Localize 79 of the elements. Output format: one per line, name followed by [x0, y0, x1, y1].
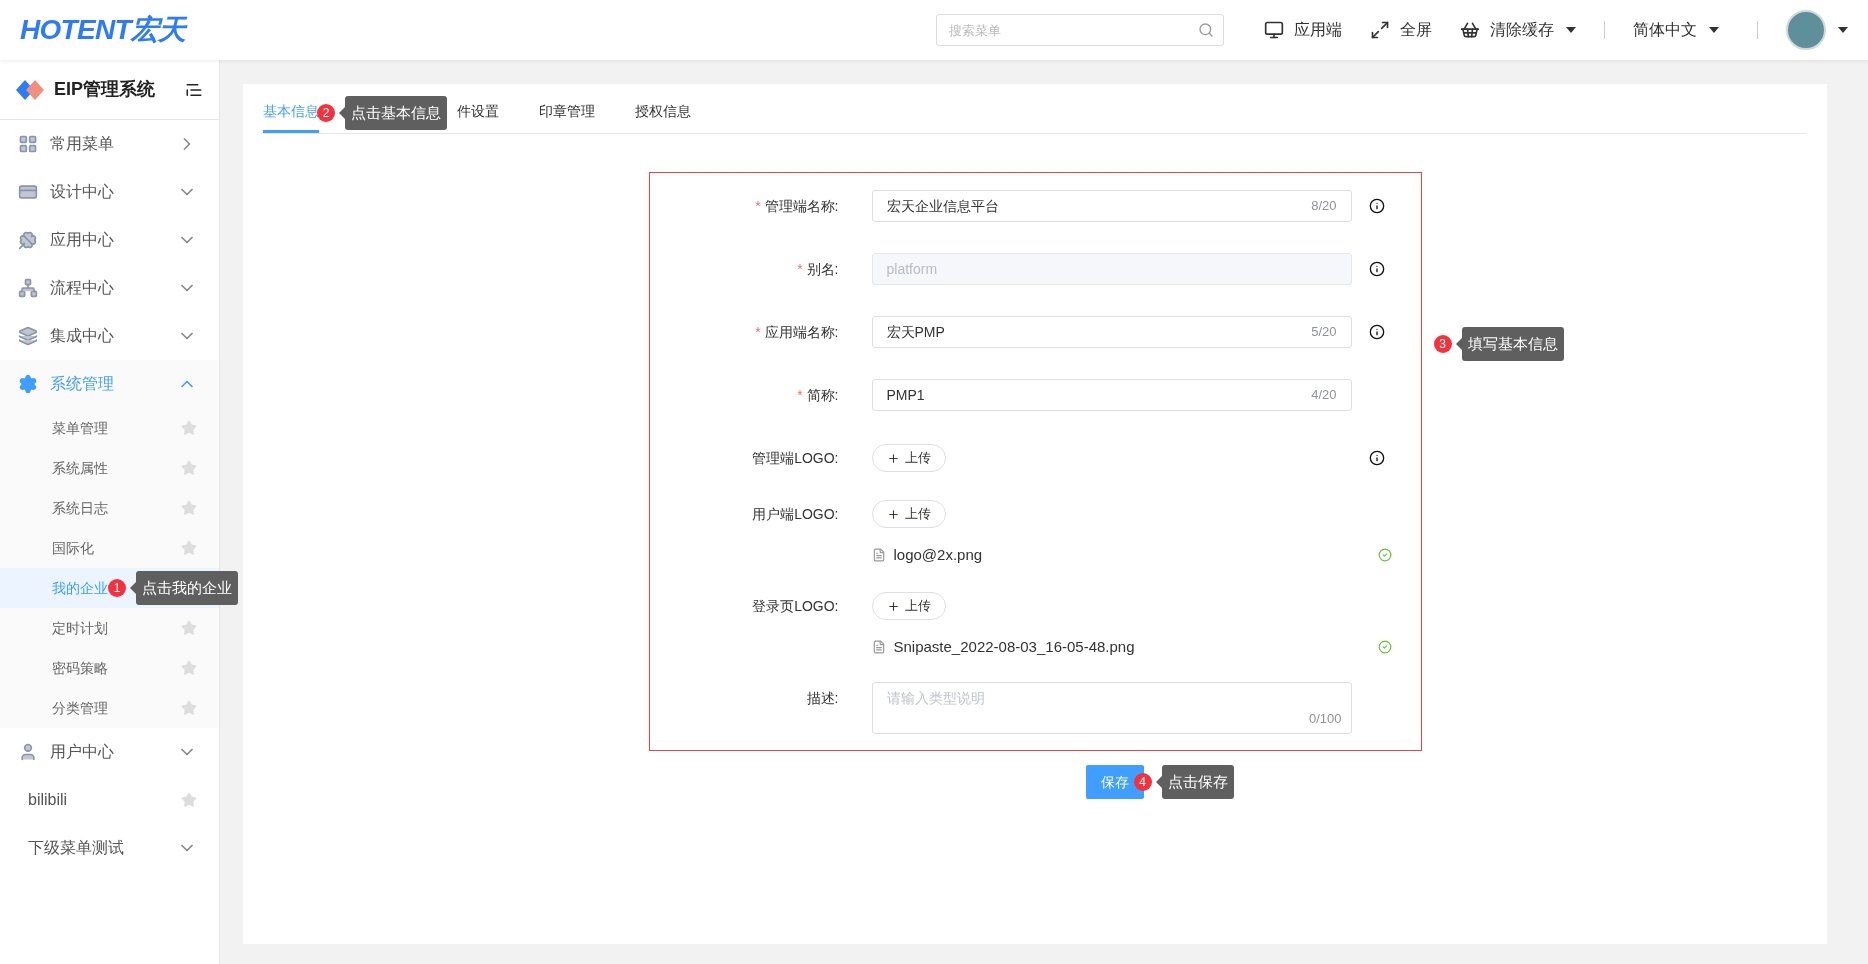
tab[interactable]: 件设置 [457, 93, 499, 133]
menu-icon [18, 230, 38, 250]
star-icon [181, 540, 197, 556]
menu-item[interactable]: 下级菜单测试 [0, 824, 219, 872]
user-avatar[interactable] [1786, 10, 1826, 50]
field-label: * 别名: [796, 260, 839, 279]
submenu-item[interactable]: 分类管理 [0, 688, 219, 728]
menu-icon [18, 326, 38, 346]
caret-icon [1838, 27, 1848, 33]
check-icon [1377, 640, 1392, 654]
menu-icon [18, 182, 38, 202]
hint-tooltip: 点击保存 [1155, 765, 1234, 799]
menu-item[interactable]: bilibili [0, 776, 219, 824]
submenu-item[interactable]: 系统日志 [0, 488, 219, 528]
system-title: EIP管理系统 [54, 78, 156, 101]
search-field[interactable]: 搜索菜单 [936, 14, 1224, 46]
header-action[interactable]: 全屏 [1370, 18, 1432, 42]
menu-item[interactable]: 应用中心 [0, 216, 219, 264]
step-badge: 3 [1433, 335, 1452, 353]
file-icon [871, 640, 886, 654]
star-icon [181, 620, 197, 636]
submenu-item[interactable]: 国际化 [0, 528, 219, 568]
action-icon [1370, 20, 1390, 40]
menu-item[interactable]: 设计中心 [0, 168, 219, 216]
star-icon [181, 660, 197, 676]
plus-icon [886, 507, 900, 521]
menu-icon [18, 374, 38, 394]
plus-icon [886, 451, 900, 465]
tab[interactable]: 印章管理 [539, 93, 595, 133]
file-icon [871, 548, 886, 562]
tab[interactable]: 授权信息 [635, 93, 691, 133]
menu-icon [18, 134, 38, 154]
submenu-item[interactable]: 密码策略 [0, 648, 219, 688]
submenu-item[interactable]: 定时计划 [0, 608, 219, 648]
star-icon [181, 700, 197, 716]
step-badge: 1 [108, 579, 126, 597]
header-action[interactable]: 清除缓存 [1460, 18, 1576, 42]
menu-item[interactable]: 常用菜单 [0, 120, 219, 168]
check-icon [1377, 548, 1392, 562]
brand-logo: HOTENT宏天 [20, 13, 186, 47]
submenu-item[interactable]: 系统属性 [0, 448, 219, 488]
caret-icon [1709, 27, 1719, 33]
header-action[interactable]: 应用端 [1264, 18, 1342, 42]
text-field[interactable]: 宏天企业信息平台 8/20 [871, 190, 1352, 222]
diamond-logo-icon [16, 79, 44, 100]
upload-button[interactable]: 上传 [871, 592, 946, 620]
submenu-item[interactable]: 菜单管理 [0, 408, 219, 448]
field-label: 用户端LOGO: [751, 505, 839, 524]
hint-tooltip: 填写基本信息 [1455, 327, 1564, 361]
text-field[interactable]: 宏天PMP 5/20 [871, 316, 1352, 348]
search-icon [1198, 22, 1214, 38]
field-label: 登录页LOGO: [751, 597, 839, 616]
field-label: * 应用端名称: [754, 323, 839, 342]
file-name[interactable]: logo@2x.png [893, 543, 1378, 567]
field-label: * 简称: [796, 386, 839, 405]
plus-icon [886, 599, 900, 613]
field-label: 管理端LOGO: [751, 449, 839, 468]
star-icon [181, 420, 197, 436]
star-icon [181, 500, 197, 516]
char-counter: 0/100 [1308, 709, 1342, 728]
language-select[interactable]: 简体中文 [1633, 18, 1719, 42]
upload-button[interactable]: 上传 [871, 444, 946, 472]
hint-tooltip: 点击基本信息 [339, 96, 447, 130]
field-label: * 管理端名称: [754, 197, 839, 216]
star-icon [181, 460, 197, 476]
action-icon [1460, 20, 1480, 40]
file-name[interactable]: Snipaste_2022-08-03_16-05-48.png [893, 635, 1378, 659]
menu-icon [18, 278, 38, 298]
action-icon [1264, 20, 1284, 40]
field-label: 描述: [805, 689, 839, 708]
menu-item[interactable]: 用户中心 [0, 728, 219, 776]
step-badge: 2 [317, 104, 335, 122]
menu-item[interactable]: 集成中心 [0, 312, 219, 360]
hint-tooltip: 点击我的企业 [130, 571, 238, 605]
upload-button[interactable]: 上传 [871, 500, 946, 528]
menu-icon [18, 742, 38, 762]
star-icon [181, 792, 197, 808]
text-field[interactable]: PMP1 4/20 [871, 379, 1352, 411]
menu-item[interactable]: 流程中心 [0, 264, 219, 312]
